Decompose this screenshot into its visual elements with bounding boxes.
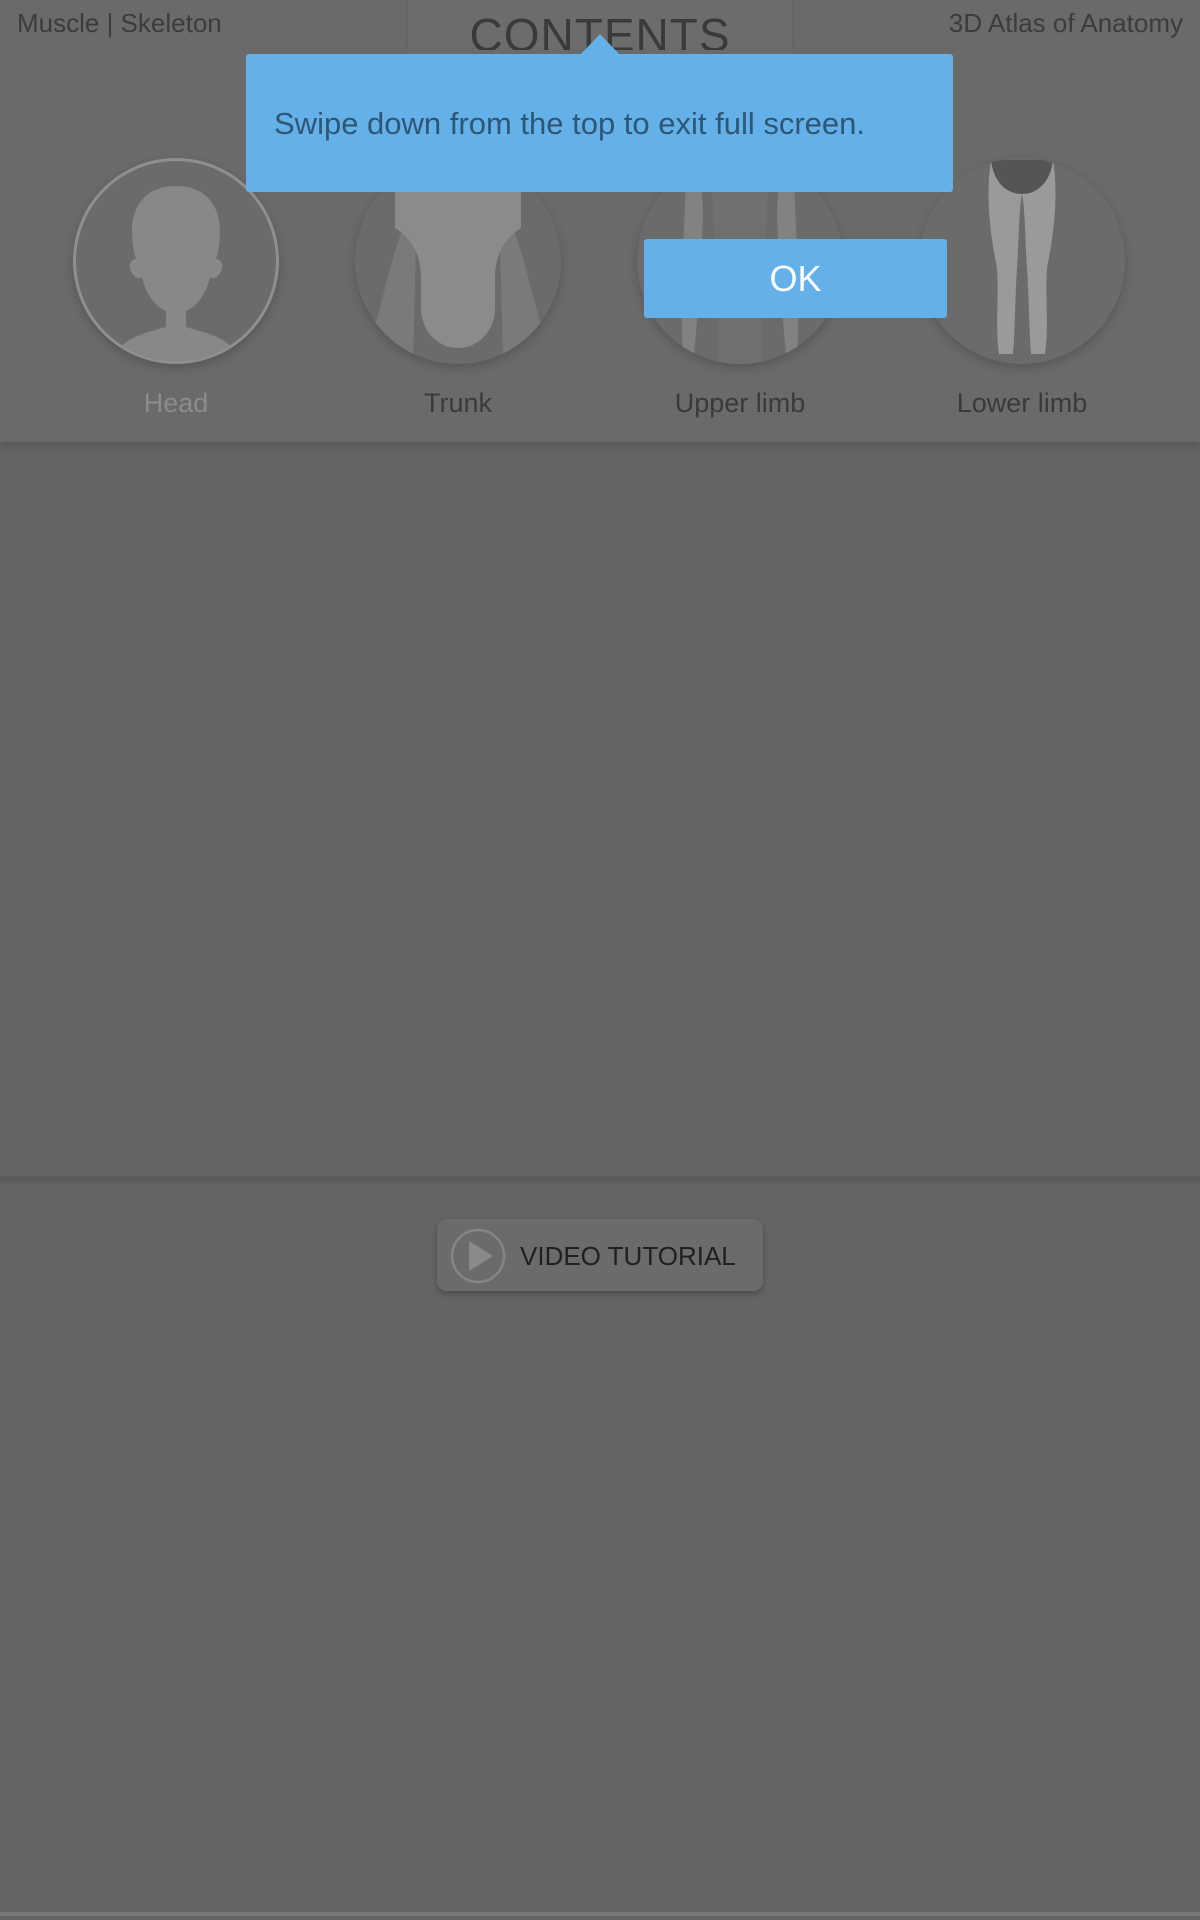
model-layer-label[interactable]: Muscle | Skeleton	[17, 8, 222, 39]
ok-button[interactable]: OK	[644, 239, 947, 318]
category-trunk[interactable]: Trunk	[348, 158, 568, 419]
category-label-lower-limb: Lower limb	[956, 388, 1088, 418]
section-divider	[0, 1176, 1200, 1180]
app-screen: Muscle | Skeleton 3D Atlas of Anatomy CO…	[0, 0, 1200, 1920]
bottom-edge-line	[0, 1912, 1200, 1916]
popup-message: Swipe down from the top to exit full scr…	[274, 106, 866, 141]
category-label-upper-limb: Upper limb	[674, 388, 806, 418]
category-label-head: Head	[143, 388, 209, 418]
play-icon	[450, 1228, 506, 1284]
popup-pointer	[580, 34, 620, 55]
category-head[interactable]: Head	[66, 158, 286, 419]
fullscreen-hint-popup: Swipe down from the top to exit full scr…	[246, 54, 953, 192]
video-tutorial-button[interactable]: VIDEO TUTORIAL	[437, 1219, 763, 1291]
video-tutorial-label: VIDEO TUTORIAL	[520, 1241, 736, 1271]
app-name: 3D Atlas of Anatomy	[948, 8, 1183, 38]
category-label-trunk: Trunk	[423, 388, 492, 418]
